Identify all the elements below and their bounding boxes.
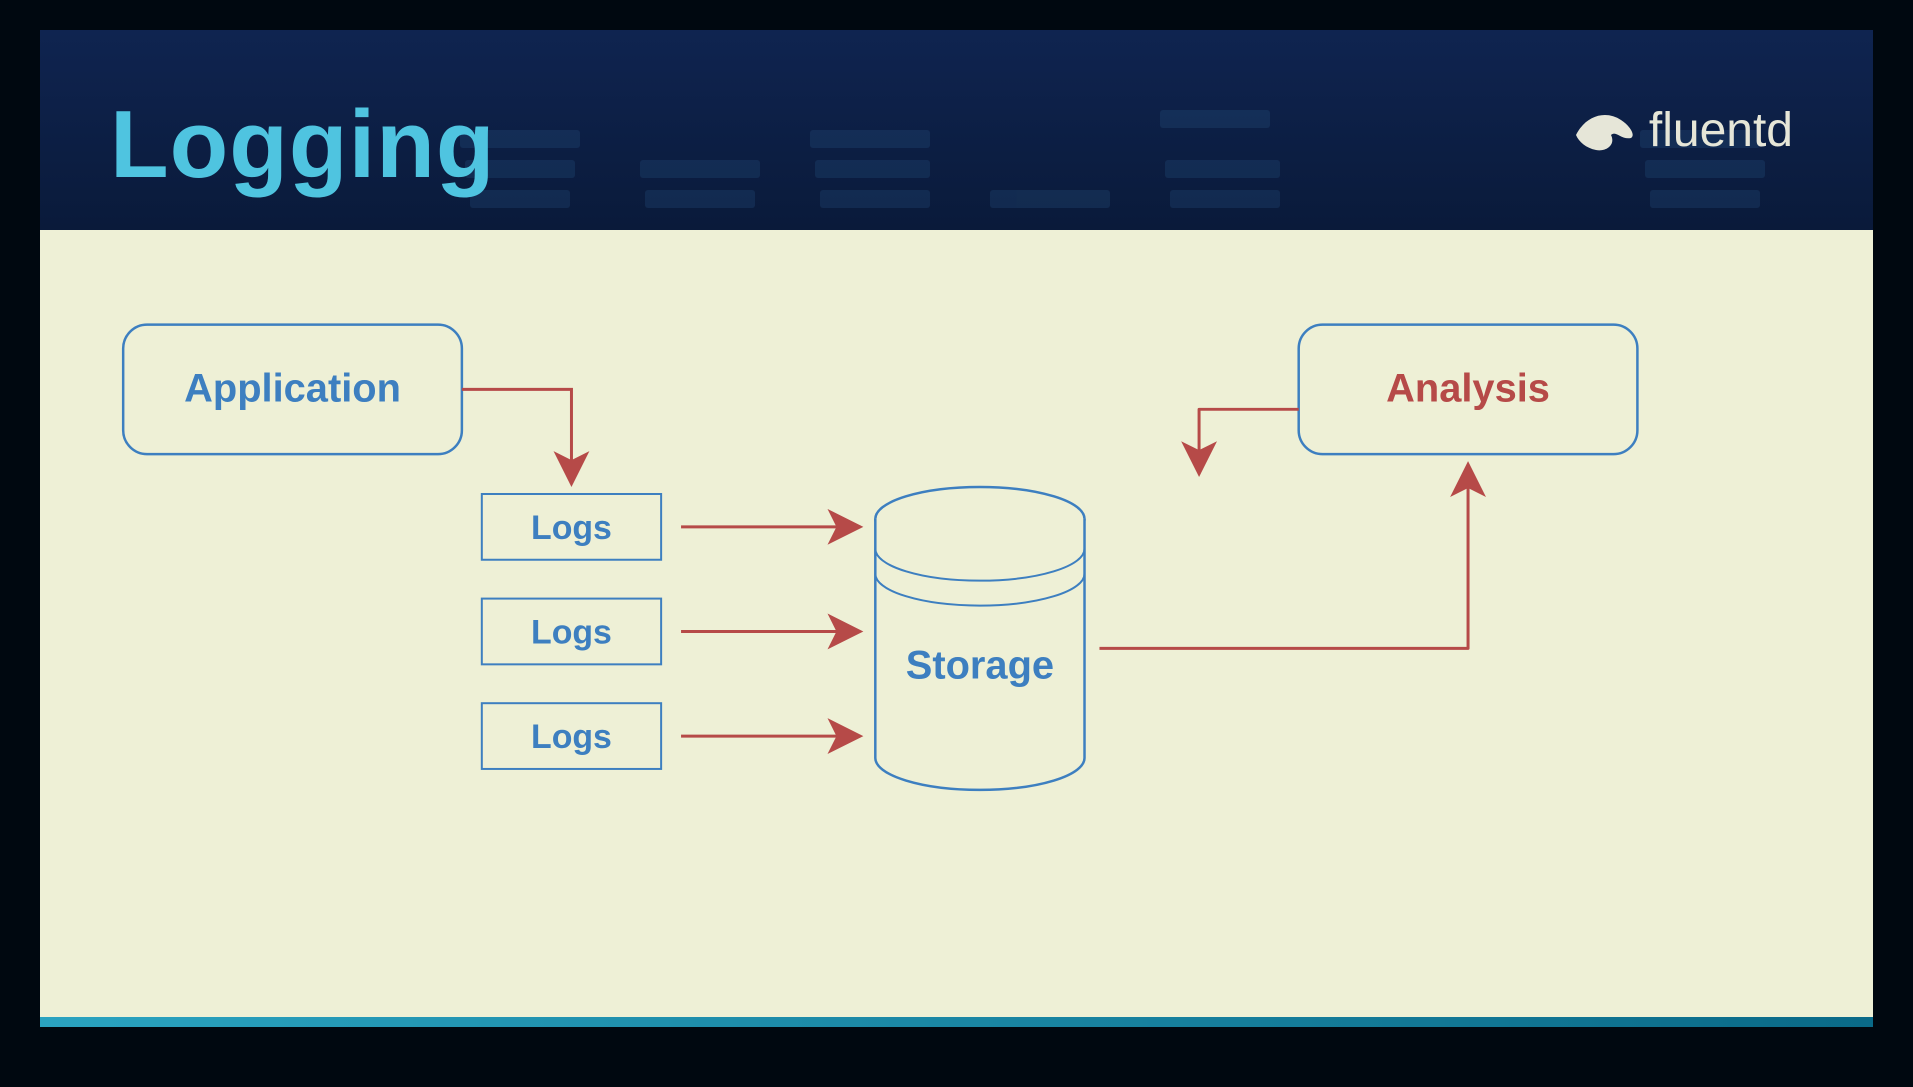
storage-label: Storage [906, 643, 1054, 687]
arrow-app-to-logs [462, 389, 572, 484]
slide-footer-bar [40, 1017, 1873, 1027]
slide-content: Application Logs Logs Logs Storage [40, 230, 1873, 1017]
logs-label-3: Logs [531, 718, 612, 756]
arrow-analysis-to-storage [1199, 409, 1299, 474]
fluentd-logo-text: fluentd [1649, 103, 1793, 158]
analysis-label: Analysis [1386, 366, 1550, 410]
logs-label-1: Logs [531, 509, 612, 547]
flow-diagram: Application Logs Logs Logs Storage [40, 230, 1873, 1017]
slide: Logging fluentd Applicatio [40, 30, 1873, 1027]
slide-container: Logging fluentd Applicatio [0, 0, 1913, 1087]
slide-title: Logging [110, 90, 496, 200]
fluentd-bird-icon [1571, 100, 1641, 160]
application-label: Application [184, 366, 401, 410]
slide-header: Logging fluentd [40, 30, 1873, 230]
fluentd-logo: fluentd [1571, 100, 1793, 160]
logs-label-2: Logs [531, 613, 612, 651]
arrow-storage-to-analysis [1099, 464, 1468, 648]
storage-node: Storage [875, 487, 1084, 790]
